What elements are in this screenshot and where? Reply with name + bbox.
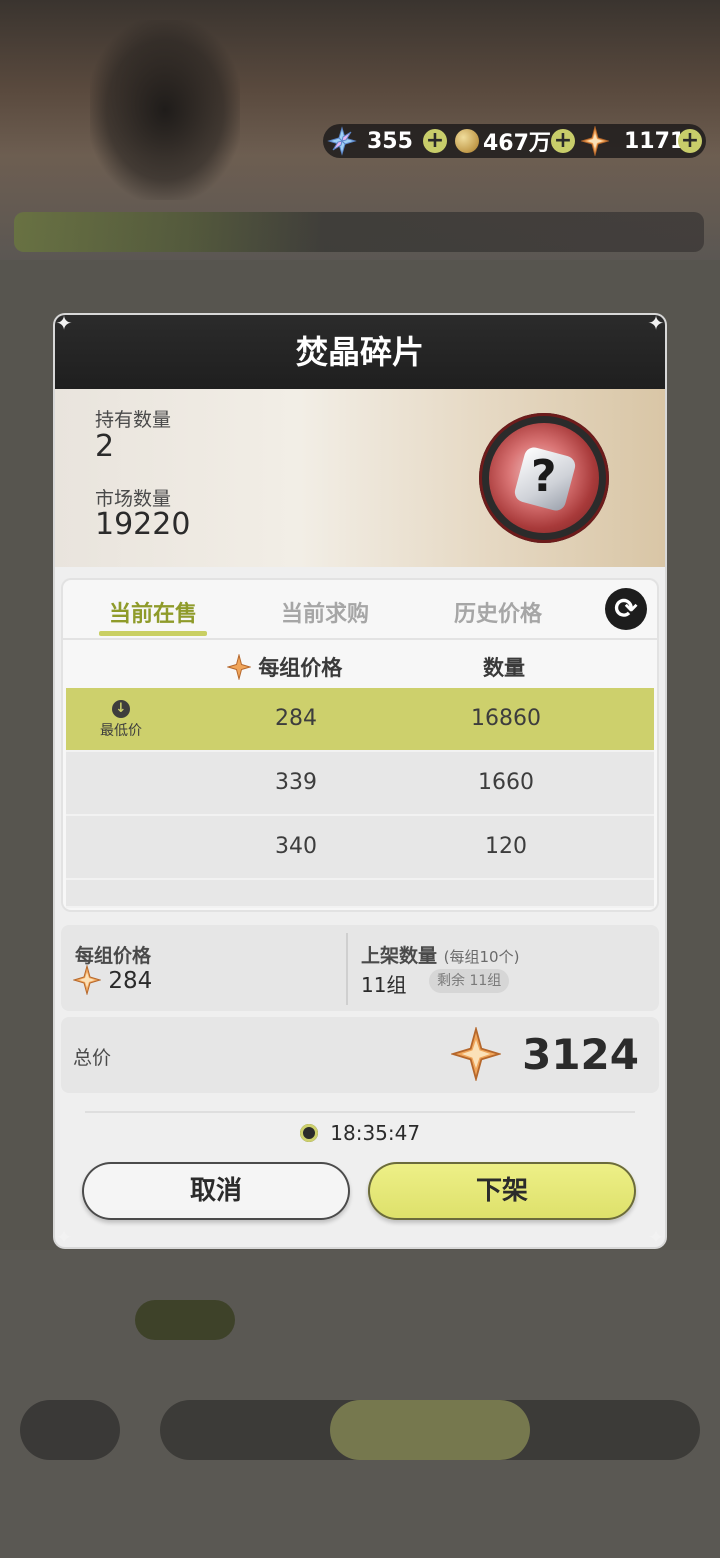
background-figure bbox=[90, 20, 240, 200]
divider bbox=[85, 1111, 635, 1113]
lowest-price-badge: ↓ 最低价 bbox=[86, 700, 156, 740]
add-gold-button[interactable]: + bbox=[551, 129, 575, 153]
stopwatch-icon bbox=[299, 1124, 318, 1142]
total-price: 3124 bbox=[450, 1025, 639, 1083]
background-banner bbox=[14, 212, 704, 252]
row-price: 339 bbox=[275, 770, 317, 795]
qty-column-header: 数量 bbox=[483, 656, 525, 680]
unit-price-value: 284 bbox=[108, 968, 153, 994]
price-column-header: 每组价格 bbox=[226, 652, 343, 682]
cancel-button[interactable]: 取消 bbox=[82, 1162, 350, 1220]
owned-value: 2 bbox=[95, 429, 115, 464]
divider bbox=[346, 933, 348, 1005]
table-row[interactable]: 340 120 bbox=[66, 816, 654, 880]
timer-value: 18:35:47 bbox=[330, 1121, 421, 1145]
star-crystal-icon bbox=[450, 1025, 503, 1083]
market-value: 19220 bbox=[95, 507, 191, 542]
tab-buy-requests[interactable]: 当前求购 bbox=[265, 596, 385, 636]
row-qty: 16860 bbox=[471, 706, 541, 731]
currency-bar: 355 + 467万 + 1171 + bbox=[323, 124, 706, 158]
remaining-badge: 剩余 11组 bbox=[429, 969, 510, 993]
off-shelf-button[interactable]: 下架 bbox=[368, 1162, 636, 1220]
total-label: 总价 bbox=[73, 1047, 112, 1069]
table-row[interactable]: 339 1660 bbox=[66, 752, 654, 816]
listing-timer: 18:35:47 bbox=[55, 1121, 665, 1145]
tabs-divider bbox=[63, 638, 657, 640]
dialog-header: 焚晶碎片 bbox=[55, 315, 665, 389]
crystal-amount: 355 bbox=[367, 128, 413, 154]
star-crystal-icon bbox=[72, 964, 102, 996]
corner-ornament-icon: ✦ bbox=[647, 311, 665, 335]
shelf-qty-label: 上架数量 (每组10个) bbox=[361, 941, 519, 968]
lowest-price-label: 最低价 bbox=[100, 723, 142, 739]
item-artwork: ? bbox=[489, 423, 599, 533]
add-star-button[interactable]: + bbox=[678, 129, 702, 153]
mystery-mark-icon: ? bbox=[531, 451, 557, 502]
row-qty: 200 bbox=[446, 892, 566, 906]
table-row[interactable]: ↓ 最低价 284 16860 bbox=[66, 688, 654, 752]
corner-ornament-icon: ✦ bbox=[55, 311, 73, 335]
shelf-qty-note: (每组10个) bbox=[443, 948, 520, 966]
star-crystal-icon bbox=[226, 653, 252, 681]
total-price-box: 总价 3124 bbox=[61, 1017, 659, 1093]
row-price: 347 bbox=[236, 892, 356, 906]
currency-gold: 467万 bbox=[455, 124, 551, 158]
row-qty: 120 bbox=[485, 834, 527, 859]
star-amount: 1171 bbox=[624, 128, 686, 154]
price-header-label: 每组价格 bbox=[258, 656, 343, 680]
shelf-qty-value: 11组 bbox=[361, 973, 407, 997]
gold-amount: 467万 bbox=[483, 131, 551, 156]
background-button bbox=[20, 1400, 120, 1460]
item-icon: ? bbox=[479, 413, 609, 543]
row-price: 284 bbox=[275, 706, 317, 731]
background-nav-item bbox=[135, 1300, 235, 1340]
crystal-flower-icon bbox=[327, 126, 357, 156]
shelf-qty-title: 上架数量 bbox=[361, 945, 438, 967]
corner-ornament-icon: ✦ bbox=[55, 1225, 73, 1249]
add-crystal-button[interactable]: + bbox=[423, 129, 447, 153]
unit-price: 284 bbox=[72, 964, 153, 996]
owned-label: 持有数量 bbox=[95, 409, 172, 431]
star-crystal-icon bbox=[581, 126, 609, 156]
market-listing-panel: 当前在售 当前求购 历史价格 ⟳ 每组价格 数量 ↓ 最低价 284 16860… bbox=[63, 580, 657, 910]
refresh-button[interactable]: ⟳ bbox=[605, 588, 647, 630]
row-qty: 1660 bbox=[478, 770, 534, 795]
total-price-value: 3124 bbox=[522, 1030, 639, 1079]
arrow-down-icon: ↓ bbox=[112, 700, 130, 718]
tab-price-history[interactable]: 历史价格 bbox=[438, 596, 558, 636]
refresh-icon: ⟳ bbox=[614, 592, 638, 625]
item-market-dialog: 焚晶碎片 持有数量 2 市场数量 19220 ? 当前在售 当前求购 历史价格 … bbox=[55, 315, 665, 1247]
gold-coin-icon bbox=[455, 129, 479, 153]
currency-crystal: 355 bbox=[327, 124, 413, 158]
listing-info-box: 每组价格 284 上架数量 (每组10个) 11组 剩余 11组 bbox=[61, 925, 659, 1011]
dialog-title: 焚晶碎片 bbox=[295, 333, 424, 371]
background-button bbox=[330, 1400, 530, 1460]
currency-star: 1171 bbox=[581, 124, 685, 158]
background-footer bbox=[0, 1250, 720, 1558]
active-tab-indicator bbox=[99, 631, 207, 636]
item-info-panel: 持有数量 2 市场数量 19220 ? bbox=[55, 389, 665, 567]
table-row[interactable]: 347 200 bbox=[66, 880, 654, 908]
tab-on-sale[interactable]: 当前在售 bbox=[93, 596, 213, 636]
row-price: 340 bbox=[275, 834, 317, 859]
unit-price-label: 每组价格 bbox=[75, 945, 152, 967]
corner-ornament-icon: ✦ bbox=[647, 1225, 665, 1249]
